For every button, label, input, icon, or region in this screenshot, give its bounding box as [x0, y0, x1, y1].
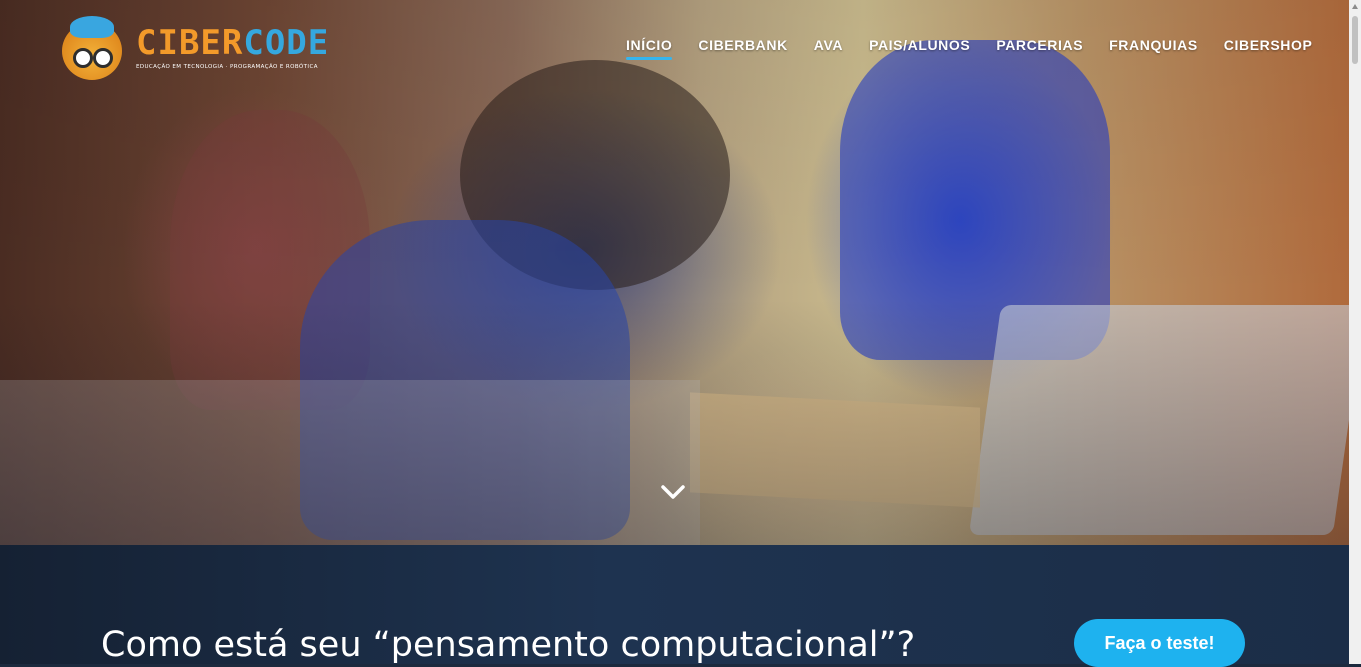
take-test-button[interactable]: Faça o teste!	[1074, 619, 1245, 667]
cta-band: Como está seu “pensamento computacional”…	[0, 545, 1349, 667]
hero-photo-shirt-blue	[300, 220, 630, 540]
nav-item-cibershop[interactable]: CIBERSHOP	[1224, 37, 1313, 59]
scrollbar-thumb[interactable]	[1352, 16, 1358, 64]
brand-logo[interactable]: CIBERCODE EDUCAÇÃO EM TECNOLOGIA · PROGR…	[62, 16, 328, 84]
brand-name-part1: CIBER	[136, 23, 244, 63]
nav-item-ava[interactable]: AVA	[814, 37, 843, 59]
nav-item-franquias[interactable]: FRANQUIAS	[1109, 37, 1198, 59]
brand-wordmark: CIBERCODE	[136, 26, 329, 60]
mascot-icon	[62, 16, 122, 80]
scroll-up-arrow-icon[interactable]	[1352, 4, 1358, 9]
page-scrollbar[interactable]	[1349, 0, 1361, 664]
main-nav: INÍCIO CIBERBANK AVA PAIS/ALUNOS PARCERI…	[626, 37, 1338, 60]
hero-photo-child-right	[840, 40, 1110, 360]
hero-photo-board	[690, 392, 980, 508]
hero-photo-child-left	[170, 110, 370, 410]
brand-tagline: EDUCAÇÃO EM TECNOLOGIA · PROGRAMAÇÃO E R…	[136, 64, 318, 70]
hero-photo-laptop	[968, 305, 1349, 535]
hero-banner: CIBERCODE EDUCAÇÃO EM TECNOLOGIA · PROGR…	[0, 0, 1349, 545]
cta-heading: Como está seu “pensamento computacional”…	[101, 625, 916, 665]
brand-name-part2: CODE	[243, 23, 330, 63]
nav-item-inicio[interactable]: INÍCIO	[626, 37, 673, 60]
nav-item-ciberbank[interactable]: CIBERBANK	[698, 37, 787, 59]
nav-item-parcerias[interactable]: PARCERIAS	[996, 37, 1083, 59]
hero-photo-table	[0, 380, 700, 545]
nav-item-pais-alunos[interactable]: PAIS/ALUNOS	[869, 37, 970, 59]
chevron-down-icon[interactable]	[660, 482, 686, 502]
hero-photo-child-center	[460, 60, 730, 290]
